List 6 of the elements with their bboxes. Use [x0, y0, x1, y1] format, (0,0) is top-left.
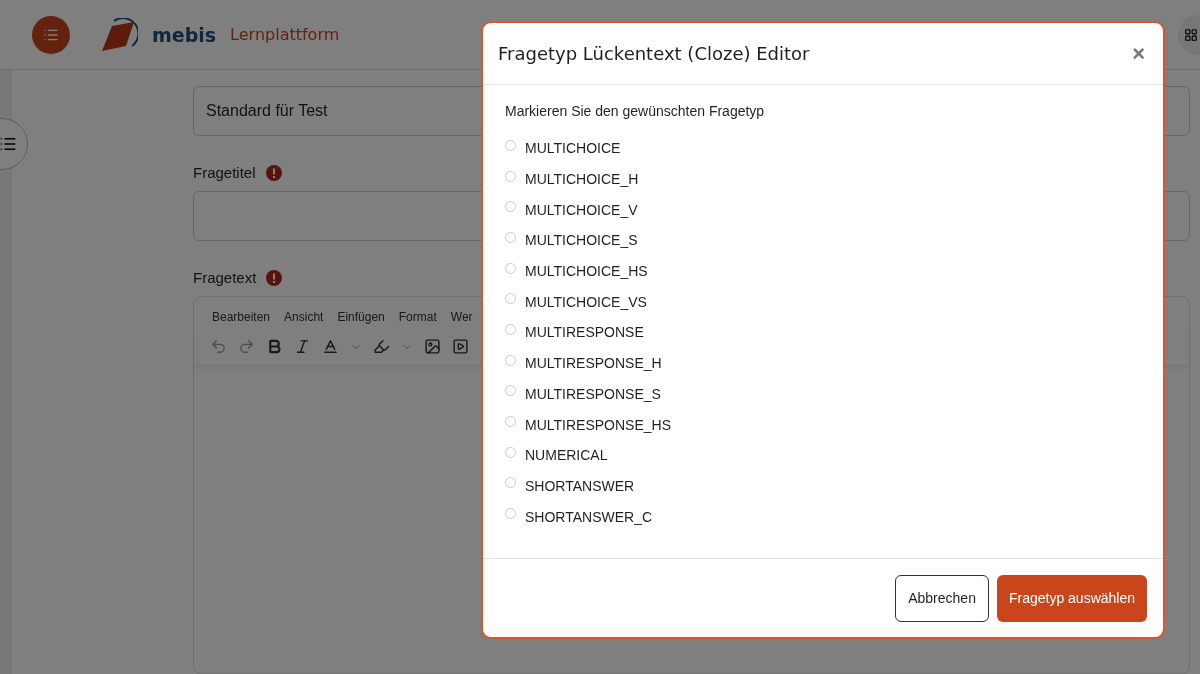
dialog-title: Fragetyp Lückentext (Cloze) Editor	[498, 43, 810, 64]
instruction-text: Markieren Sie den gewünschten Fragetyp	[505, 103, 766, 119]
brand-name: mebis	[152, 23, 217, 46]
field-label: Fragetitel	[193, 164, 256, 181]
field-label: Fragetext	[193, 269, 257, 286]
product-name: Lernplattform	[230, 25, 340, 44]
